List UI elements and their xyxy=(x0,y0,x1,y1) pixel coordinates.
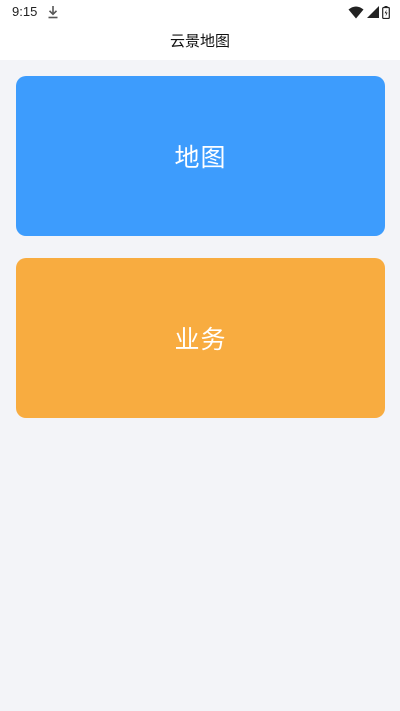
page-title: 云景地图 xyxy=(169,31,230,50)
map-card-button[interactable]: 地图 xyxy=(16,76,385,236)
signal-icon xyxy=(367,6,379,18)
map-card-label: 地图 xyxy=(174,143,227,172)
wifi-icon xyxy=(348,6,364,19)
business-card-label: 业务 xyxy=(174,325,227,354)
status-icons xyxy=(348,4,390,20)
main-content: 地图 业务 xyxy=(0,60,400,711)
status-bar: 9:15 xyxy=(0,0,400,24)
business-card-button[interactable]: 业务 xyxy=(16,258,385,418)
status-time: 9:15 xyxy=(12,4,38,19)
battery-icon xyxy=(382,5,390,19)
download-icon xyxy=(46,4,60,20)
app-header: 云景地图 xyxy=(0,24,400,60)
